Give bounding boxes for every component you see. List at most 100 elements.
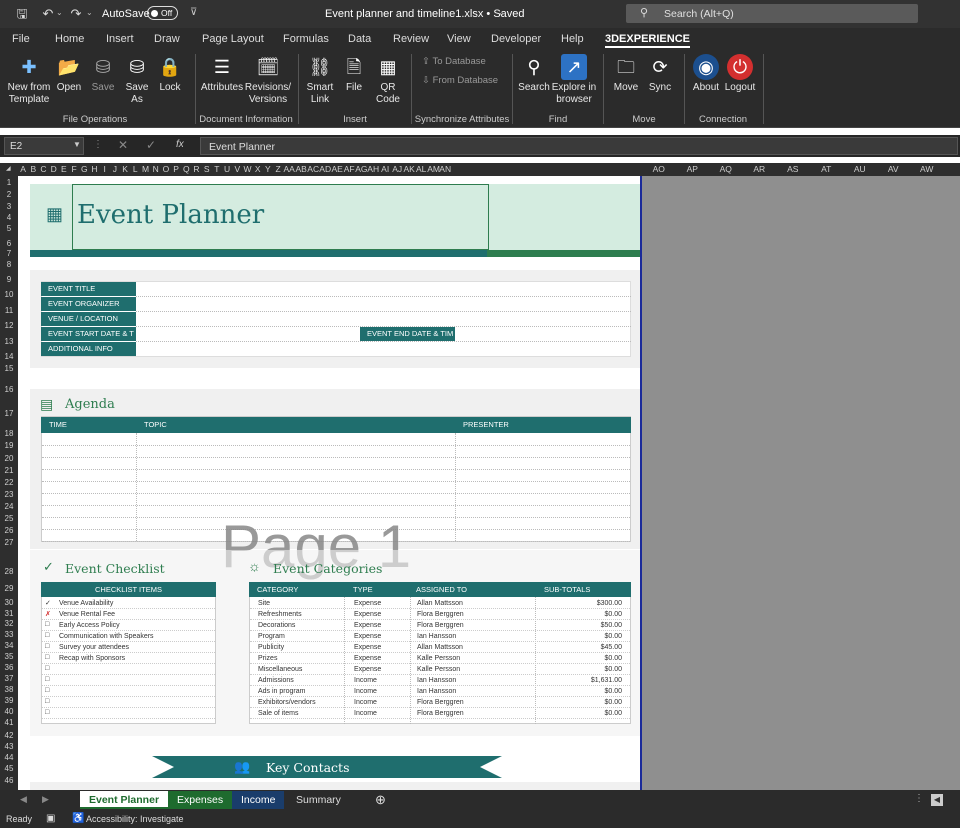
column-header[interactable]: AU xyxy=(843,164,877,174)
row-header[interactable]: 29 xyxy=(0,584,18,593)
column-header[interactable]: AO xyxy=(642,164,676,174)
column-header[interactable]: L xyxy=(130,164,140,174)
checklist-status-icon[interactable]: ✓ xyxy=(45,599,51,607)
checklist-item[interactable]: □ Recap with Sponsors xyxy=(42,653,215,664)
tab-page-layout[interactable]: Page Layout xyxy=(202,33,264,45)
row-header[interactable]: 10 xyxy=(0,290,18,299)
row-header[interactable]: 20 xyxy=(0,454,18,463)
checklist-status-icon[interactable]: □ xyxy=(45,698,49,705)
column-header[interactable]: P xyxy=(171,164,181,174)
column-header[interactable]: AN xyxy=(439,164,451,174)
row-header[interactable]: 4 xyxy=(0,213,18,222)
tab-3dexperience[interactable]: 3DEXPERIENCE xyxy=(605,33,690,48)
column-header[interactable]: W xyxy=(242,164,252,174)
title-dropdown-icon[interactable]: ⌄ xyxy=(498,8,505,17)
document-title[interactable]: Event planner and timeline1.xlsx • Saved xyxy=(325,8,525,20)
scroll-left-icon[interactable]: ◀ xyxy=(931,794,943,806)
category-row[interactable]: Decorations Expense Flora Berggren $50.00 xyxy=(250,620,630,631)
checklist-status-icon[interactable]: □ xyxy=(45,665,49,672)
row-header[interactable]: 15 xyxy=(0,364,18,373)
row-header[interactable]: 44 xyxy=(0,753,18,762)
open-button[interactable]: 📂 Open xyxy=(54,54,84,94)
prev-sheet-icon[interactable]: ◀ xyxy=(20,794,27,805)
row-header[interactable]: 37 xyxy=(0,674,18,683)
search-box[interactable]: ⚲ Search (Alt+Q) xyxy=(626,4,918,23)
column-header[interactable]: AS xyxy=(776,164,810,174)
checklist-status-icon[interactable]: ✗ xyxy=(45,610,51,618)
column-header[interactable]: X xyxy=(253,164,263,174)
category-row[interactable]: Refreshments Expense Flora Berggren $0.00 xyxy=(250,609,630,620)
column-header[interactable]: C xyxy=(38,164,48,174)
row-header[interactable]: 11 xyxy=(0,306,18,315)
checklist-status-icon[interactable]: □ xyxy=(45,687,49,694)
tab-draw[interactable]: Draw xyxy=(154,33,180,45)
tab-formulas[interactable]: Formulas xyxy=(283,33,329,45)
checklist-status-icon[interactable]: □ xyxy=(45,709,49,716)
sheet-tab-income[interactable]: Income xyxy=(232,791,285,809)
checklist-status-icon[interactable]: □ xyxy=(45,676,49,683)
row-header[interactable]: 46 xyxy=(0,776,18,785)
more-options-icon[interactable]: ⋮ xyxy=(93,139,103,150)
checklist-item[interactable]: □ xyxy=(42,664,215,675)
tab-help[interactable]: Help xyxy=(561,33,584,45)
column-header[interactable]: AL xyxy=(415,164,427,174)
logout-button[interactable]: ⏻ Logout xyxy=(723,54,757,94)
column-header[interactable]: H xyxy=(89,164,99,174)
category-row[interactable]: Exhibitors/vendors Income Flora Berggren $0… xyxy=(250,697,630,708)
row-header[interactable]: 38 xyxy=(0,685,18,694)
column-header[interactable]: V xyxy=(232,164,242,174)
checklist-item[interactable]: □ Survey your attendees xyxy=(42,642,215,653)
checklist-status-icon[interactable]: □ xyxy=(45,632,49,639)
save-icon[interactable]: 🖫 xyxy=(12,4,32,24)
column-header[interactable]: AB xyxy=(295,164,307,174)
category-row[interactable]: Sale of items Income Flora Berggren $0.00 xyxy=(250,708,630,719)
column-header[interactable]: I xyxy=(100,164,110,174)
row-header[interactable]: 16 xyxy=(0,385,18,394)
agenda-row[interactable] xyxy=(42,469,630,470)
name-box[interactable]: E2 ▼ xyxy=(4,137,84,155)
category-row[interactable]: Prizes Expense Kalle Persson $0.00 xyxy=(250,653,630,664)
agenda-row[interactable] xyxy=(42,457,630,458)
tab-split-handle[interactable]: ⋮ xyxy=(914,793,924,804)
checklist-item[interactable]: □ xyxy=(42,686,215,697)
tab-file[interactable]: File xyxy=(12,33,30,45)
agenda-row[interactable] xyxy=(42,445,630,446)
new-from-template-button[interactable]: ✚ New from Template xyxy=(4,54,54,106)
column-header[interactable]: AW xyxy=(910,164,944,174)
accessibility-icon[interactable]: ♿ xyxy=(72,813,84,824)
row-header[interactable]: 31 xyxy=(0,609,18,618)
undo-icon[interactable]: ↶ xyxy=(38,4,58,24)
agenda-row[interactable] xyxy=(42,481,630,482)
file-button[interactable]: 🗎 File xyxy=(339,54,369,94)
column-header[interactable]: AI xyxy=(379,164,391,174)
category-row[interactable]: Publicity Expense Allan Mattsson $45.00 xyxy=(250,642,630,653)
column-header[interactable]: AF xyxy=(343,164,355,174)
row-header[interactable]: 17 xyxy=(0,409,18,418)
move-button[interactable]: 🗀 Move xyxy=(610,54,642,94)
macro-record-icon[interactable]: ▣ xyxy=(46,813,55,824)
checklist-item[interactable]: □ xyxy=(42,708,215,719)
redo-dropdown-icon[interactable]: ⌄ xyxy=(86,8,93,17)
column-header[interactable]: AM xyxy=(427,164,440,174)
smart-link-button[interactable]: ⛓ Smart Link xyxy=(303,54,337,106)
column-header[interactable]: Z xyxy=(273,164,283,174)
search-button[interactable]: ⚲ Search xyxy=(518,54,550,94)
sheet-tab-event-planner[interactable]: Event Planner xyxy=(80,791,169,809)
row-header[interactable]: 18 xyxy=(0,429,18,438)
row-header[interactable]: 1 xyxy=(0,178,18,187)
row-header[interactable]: 24 xyxy=(0,502,18,511)
row-header[interactable]: 14 xyxy=(0,352,18,361)
column-header[interactable]: AV xyxy=(877,164,911,174)
explore-button[interactable]: ↗ Explore in browser xyxy=(551,54,597,106)
row-header[interactable]: 40 xyxy=(0,707,18,716)
checklist-item[interactable]: □ Early Access Policy xyxy=(42,620,215,631)
column-header[interactable]: K xyxy=(120,164,130,174)
attributes-button[interactable]: ☰ Attributes xyxy=(200,54,244,94)
row-header[interactable]: 30 xyxy=(0,598,18,607)
insert-function-button[interactable]: fx xyxy=(176,139,184,150)
autosave-toggle[interactable]: Off xyxy=(147,6,178,20)
checklist-item[interactable]: □ xyxy=(42,675,215,686)
column-header[interactable]: D xyxy=(49,164,59,174)
category-row[interactable]: Ads in program Income Ian Hansson $0.00 xyxy=(250,686,630,697)
revisions-button[interactable]: 🗓 Revisions/ Versions xyxy=(244,54,292,106)
